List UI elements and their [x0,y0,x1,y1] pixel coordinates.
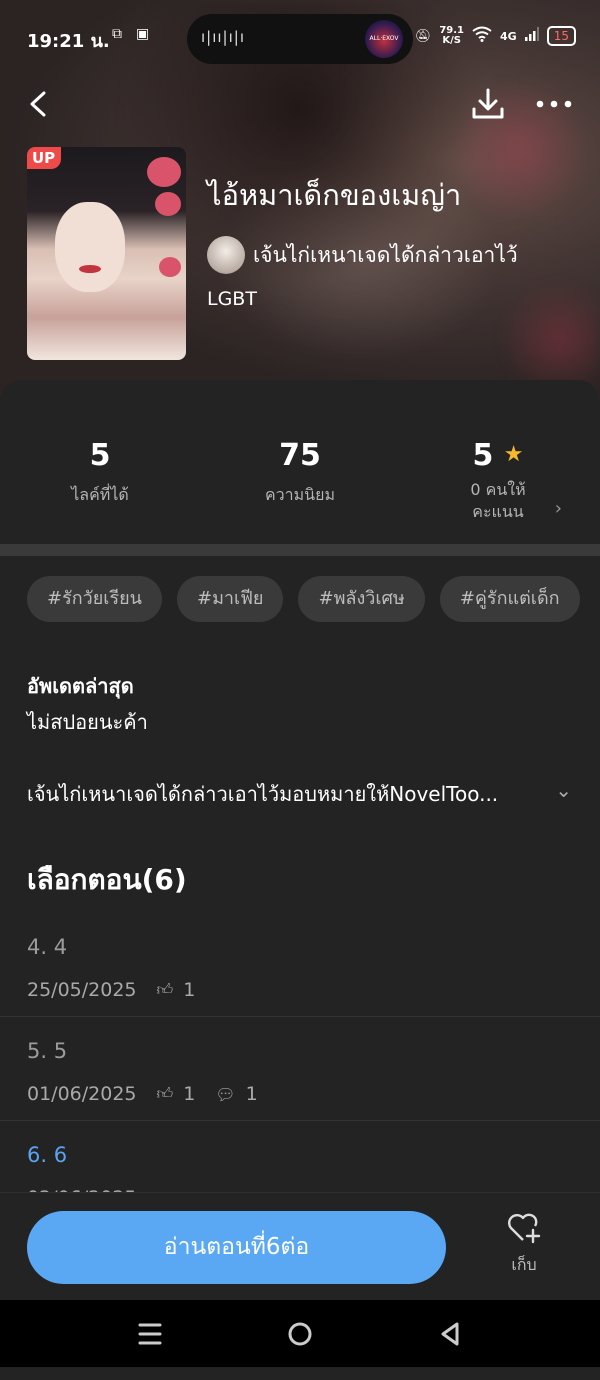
stat-popularity: 75 ความนิยม [240,438,360,508]
chapter-meta: 25/05/2025 👍︎ 1 [27,979,195,1001]
back-arrow-icon [30,91,46,117]
network-type: 4G [500,29,517,43]
book-info: ไอ้หมาเด็กของเมญ่า เจ้นไก่เหนาเจดได้กล่า… [207,172,518,310]
likes-value: 5 [89,438,111,473]
chapter-comments: 1 [245,1083,258,1105]
more-dots-icon [536,100,572,108]
wifi-icon [472,26,492,46]
up-badge: UP [27,147,62,169]
battery-indicator: 15 [546,26,576,46]
chapter-likes: 1 [183,979,196,1001]
home-button[interactable] [280,1316,320,1352]
download-button[interactable] [468,84,508,124]
status-time: 19:21 น. [27,31,110,52]
chevron-right-icon[interactable]: › [555,498,562,519]
chevron-down-icon[interactable]: ⌄ [555,778,572,802]
rating-count-label: 0 คนให้ [470,480,526,499]
author-row[interactable]: เจ้นไก่เหนาเจดได้กล่าวเอาไว้ [207,236,518,274]
chapter-date: 01/06/2025 [27,1083,137,1105]
status-bar: 19:21 น. ⧉ ▣ ı|ıı|ı|ı ALL·EXOV 🔕︎ 79.1 K/… [0,14,600,64]
system-back-button[interactable] [430,1316,470,1352]
author-avatar[interactable] [207,236,245,274]
chapter-date: 25/05/2025 [27,979,137,1001]
tag-list: #รักวัยเรียน #มาเฟีย #พลังวิเศษ #คู่รักแ… [27,576,580,622]
stat-likes: 5 ไลค์ที่ได้ [40,438,160,508]
back-button[interactable] [22,84,62,124]
system-navigation-bar [0,1300,600,1367]
cover-illustration [55,202,125,292]
comment-icon: 💬︎ [215,1084,236,1104]
screen-icon: ▣ [136,26,150,42]
chapter-likes: 1 [183,1083,196,1105]
recent-apps-button[interactable] [130,1316,170,1352]
thumbs-up-icon: 👍︎ [156,980,174,999]
home-circle-icon [288,1322,312,1346]
book-cover[interactable]: UP [27,147,186,360]
star-icon: ★ [503,442,524,467]
tag-chip[interactable]: #มาเฟีย [176,576,284,622]
chapter-title-current: 6. 6 [27,1143,68,1167]
continue-reading-button[interactable]: อ่านตอนที่6ต่อ [27,1211,446,1284]
chapter-item[interactable]: 5. 5 01/06/2025 👍︎ 1 💬︎ 1 [0,1017,600,1121]
stat-rating[interactable]: 5 ★ 0 คนให้ คะแนน [448,438,548,523]
popularity-label: ความนิยม [264,485,336,504]
tag-chip[interactable]: #พลังวิเศษ [298,576,425,622]
dynamic-island[interactable]: ı|ıı|ı|ı ALL·EXOV [187,14,413,64]
top-navigation [0,82,600,126]
latest-update-text: ไม่สปอยนะค้า [27,710,148,734]
chapter-title: 4. 4 [27,935,68,959]
chapter-title: 5. 5 [27,1039,68,1063]
author-name[interactable]: เจ้นไก่เหนาเจดได้กล่าวเอาไว้ [253,239,518,272]
album-art: ALL·EXOV [365,20,403,58]
save-button[interactable]: เก็บ [492,1211,556,1281]
status-icons: 🔕︎ 79.1 K/S 4G 15 [415,26,576,46]
book-description[interactable]: เจ้นไก่เหนาเจดได้กล่าวเอาไว้มอบหมายให้No… [27,778,547,810]
download-icon [472,88,504,119]
more-options-button[interactable] [532,84,576,124]
chapter-item[interactable]: 4. 4 25/05/2025 👍︎ 1 [0,913,600,1017]
mute-bell-icon: 🔕︎ [414,28,432,44]
book-category: LGBT [207,288,257,310]
book-title: ไอ้หมาเด็กของเมญ่า [207,178,462,212]
heart-plus-icon [508,1213,541,1244]
tag-chip[interactable]: #คู่รักแต่เด็ก [439,576,580,622]
signal-icon [524,27,539,45]
app-notification-icon: ⧉ [112,26,122,42]
section-divider [0,544,600,556]
rating-value: 5 [472,438,494,473]
tag-chip[interactable]: #รักวัยเรียน [27,576,162,622]
menu-icon [138,1323,162,1345]
audio-wave-icon: ı|ıı|ı|ı [201,28,245,46]
chapter-list-header: เลือกตอน(6) [27,863,187,896]
latest-update-label: อัพเดตล่าสุด [27,674,134,698]
triangle-back-icon [441,1322,459,1346]
thumbs-up-icon: 👍︎ [156,1084,174,1103]
save-label: เก็บ [511,1255,537,1274]
chapter-meta: 01/06/2025 👍︎ 1 💬︎ 1 [27,1083,258,1105]
network-speed: 79.1 K/S [439,25,465,46]
popularity-value: 75 [279,438,321,473]
likes-label: ไลค์ที่ได้ [71,485,129,504]
bottom-action-bar: อ่านตอนที่6ต่อ เก็บ [0,1192,600,1301]
stats-row: 5 ไลค์ที่ได้ 75 ความนิยม 5 ★ 0 คนให้ คะแน… [0,380,600,544]
